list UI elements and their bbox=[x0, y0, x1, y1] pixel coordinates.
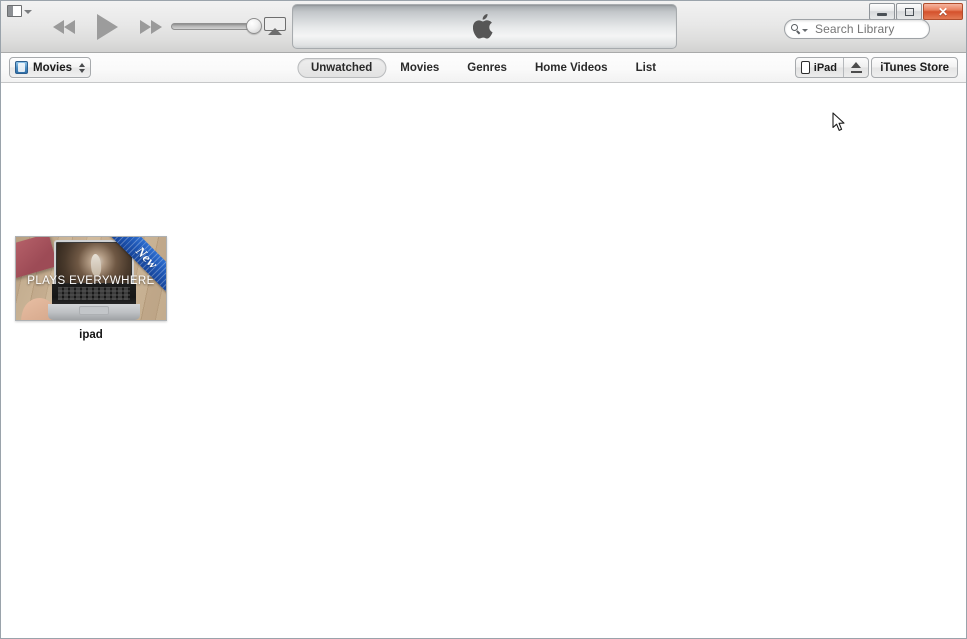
chevron-down-icon bbox=[802, 29, 808, 32]
minimize-button[interactable] bbox=[869, 3, 895, 20]
laptop-keyboard bbox=[52, 284, 136, 306]
eject-button[interactable] bbox=[844, 58, 868, 77]
ipad-device-button[interactable]: iPad bbox=[796, 58, 844, 77]
content-area: PLAYS EVERYWHERE New ipad bbox=[1, 83, 966, 638]
sidebar-toggle-button[interactable] bbox=[7, 3, 37, 19]
next-button[interactable] bbox=[134, 19, 162, 35]
library-selector[interactable]: Movies bbox=[9, 57, 91, 78]
window-controls: ✕ bbox=[869, 3, 963, 20]
search-input[interactable] bbox=[813, 21, 917, 37]
apple-logo-icon bbox=[472, 14, 493, 39]
itunes-store-label: iTunes Store bbox=[880, 61, 949, 74]
itunes-window: ✕ Movies Unwatched Movies Genres bbox=[0, 0, 967, 639]
device-group: iPad bbox=[794, 57, 869, 78]
rewind-icon bbox=[53, 19, 81, 35]
media-grid: PLAYS EVERYWHERE New ipad bbox=[15, 236, 175, 341]
search-icon-group[interactable] bbox=[791, 24, 808, 35]
media-item[interactable]: PLAYS EVERYWHERE New ipad bbox=[15, 236, 175, 341]
media-item-title: ipad bbox=[79, 329, 103, 341]
ipad-device-icon bbox=[800, 61, 810, 74]
movies-film-icon bbox=[15, 61, 28, 74]
tab-unwatched[interactable]: Unwatched bbox=[296, 58, 387, 78]
search-field[interactable] bbox=[784, 19, 930, 39]
now-playing-display[interactable] bbox=[292, 4, 677, 49]
sidebar-pane-icon bbox=[7, 5, 22, 17]
nav-tabs: Unwatched Movies Genres Home Videos List bbox=[296, 58, 670, 78]
laptop-base bbox=[48, 304, 140, 320]
tab-movies[interactable]: Movies bbox=[386, 58, 453, 78]
transport-controls bbox=[53, 12, 162, 42]
navigation-bar: Movies Unwatched Movies Genres Home Vide… bbox=[1, 53, 966, 131]
search-icon bbox=[791, 24, 801, 35]
device-label: iPad bbox=[813, 61, 837, 74]
media-thumbnail[interactable]: PLAYS EVERYWHERE New bbox=[15, 236, 167, 321]
airplay-triangle-icon bbox=[268, 28, 282, 35]
tab-home-videos[interactable]: Home Videos bbox=[521, 58, 622, 78]
top-toolbar: ✕ bbox=[1, 1, 966, 53]
tab-list[interactable]: List bbox=[622, 58, 670, 78]
minimize-icon bbox=[877, 12, 887, 16]
eject-icon bbox=[850, 62, 862, 73]
play-icon bbox=[97, 14, 118, 40]
volume-knob[interactable] bbox=[246, 18, 262, 34]
chevron-down-icon bbox=[24, 10, 32, 14]
volume-slider[interactable] bbox=[171, 18, 262, 34]
play-button[interactable] bbox=[97, 14, 118, 40]
maximize-button[interactable] bbox=[896, 3, 922, 20]
airplay-button[interactable] bbox=[264, 17, 286, 36]
thumbnail-overlay-text: PLAYS EVERYWHERE bbox=[27, 275, 155, 288]
sort-arrows-icon bbox=[79, 62, 85, 73]
library-selector-label: Movies bbox=[33, 61, 72, 74]
fast-forward-icon bbox=[134, 19, 162, 35]
tab-genres[interactable]: Genres bbox=[453, 58, 521, 78]
close-button[interactable]: ✕ bbox=[923, 3, 963, 20]
itunes-store-button[interactable]: iTunes Store bbox=[871, 57, 958, 78]
previous-button[interactable] bbox=[53, 19, 81, 35]
maximize-icon bbox=[904, 7, 914, 16]
close-icon: ✕ bbox=[937, 4, 949, 19]
